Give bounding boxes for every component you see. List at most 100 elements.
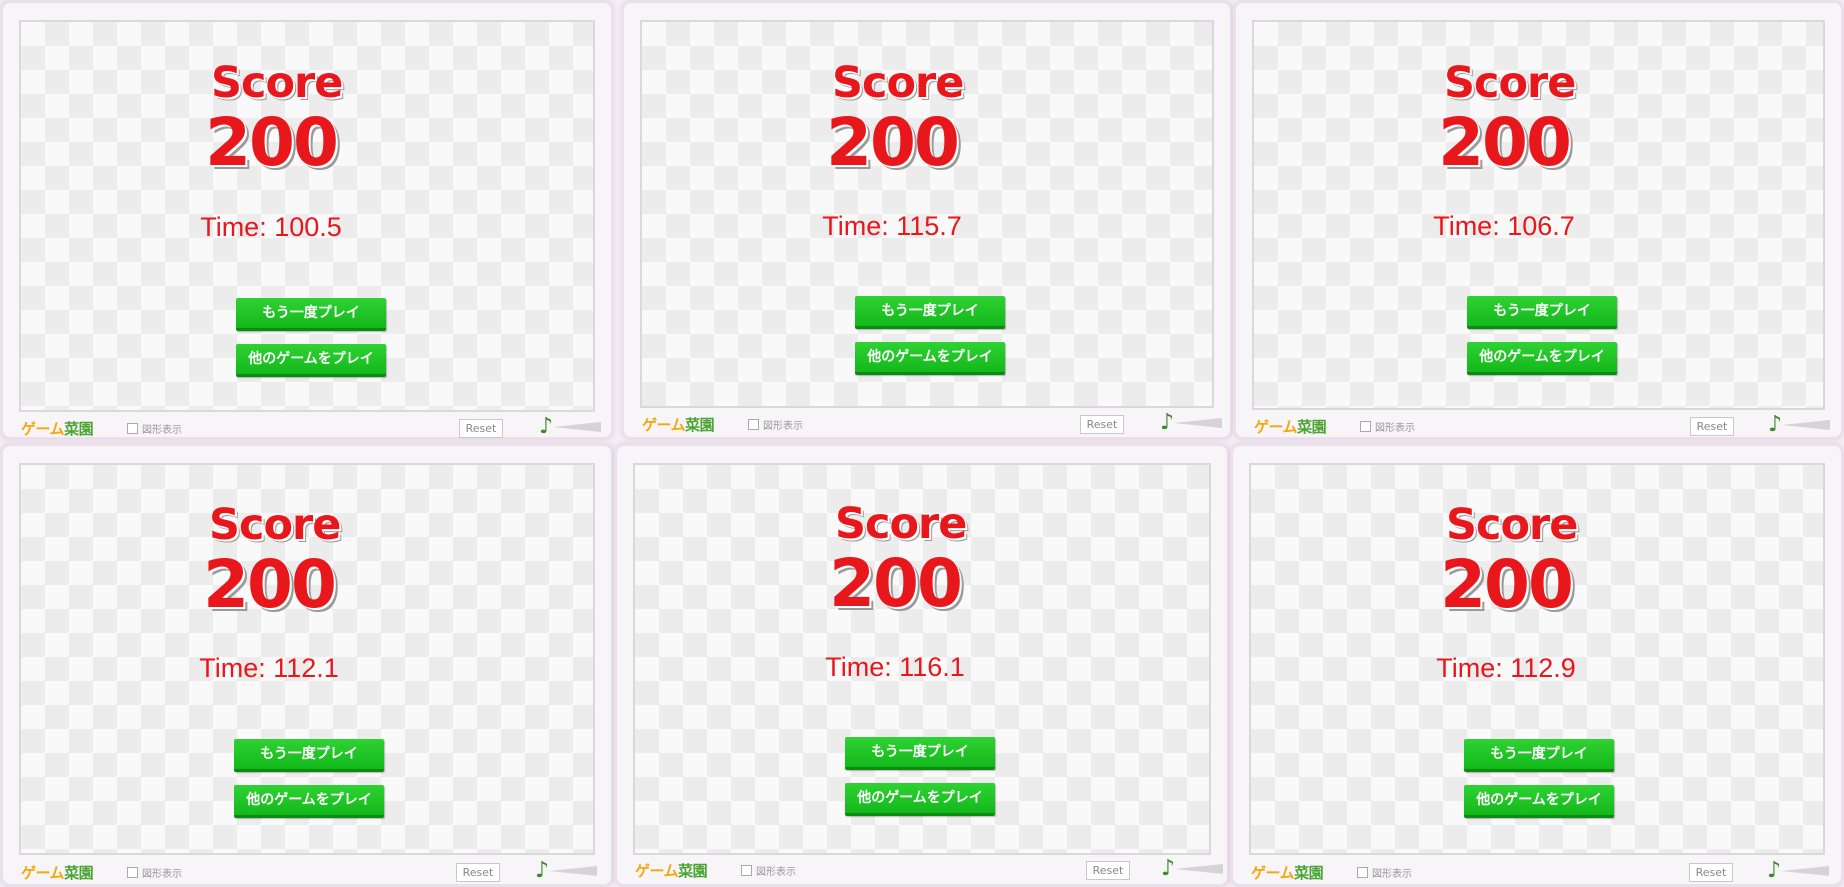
music-note-icon[interactable]: ♪ — [535, 859, 549, 883]
show-shapes-checkbox[interactable] — [127, 867, 138, 878]
logo-text-game: ゲーム — [635, 862, 679, 880]
game-stage: Score 200 Time: 116.1 もう一度プレイ 他のゲームをプレイ — [633, 463, 1211, 855]
volume-slider[interactable] — [1781, 866, 1829, 876]
logo-text-game: ゲーム — [21, 864, 65, 882]
logo-text-saien: 菜園 — [64, 864, 94, 882]
other-games-button[interactable]: 他のゲームをプレイ — [234, 785, 384, 818]
game-stage: Score 200 Time: 112.1 もう一度プレイ 他のゲームをプレイ — [19, 463, 595, 855]
show-shapes-checkbox[interactable] — [748, 419, 759, 430]
other-games-button[interactable]: 他のゲームをプレイ — [1464, 785, 1614, 818]
other-games-button[interactable]: 他のゲームをプレイ — [1467, 342, 1617, 375]
show-shapes-label: 図形表示 — [1375, 423, 1415, 434]
panel-footer: ゲーム菜園 図形表示 Reset ♪ — [19, 859, 597, 884]
logo-text-saien: 菜園 — [1294, 864, 1324, 882]
show-shapes-checkbox[interactable] — [741, 865, 752, 876]
reset-button[interactable]: Reset — [459, 419, 503, 438]
logo-text-saien: 菜園 — [678, 862, 708, 880]
game-saien-logo[interactable]: ゲーム菜園 — [642, 414, 715, 435]
game-panel: Score 200 Time: 106.7 もう一度プレイ 他のゲームをプレイ … — [1233, 0, 1844, 440]
score-value: 200 — [205, 104, 339, 181]
logo-text-saien: 菜園 — [1297, 418, 1327, 436]
game-stage: Score 200 Time: 115.7 もう一度プレイ 他のゲームをプレイ — [640, 20, 1214, 408]
game-panel: Score 200 Time: 116.1 もう一度プレイ 他のゲームをプレイ … — [614, 443, 1230, 887]
reset-button[interactable]: Reset — [456, 863, 500, 882]
reset-button[interactable]: Reset — [1080, 415, 1124, 434]
replay-button[interactable]: もう一度プレイ — [236, 298, 386, 331]
reset-button[interactable]: Reset — [1086, 861, 1130, 880]
game-panel: Score 200 Time: 100.5 もう一度プレイ 他のゲームをプレイ … — [0, 0, 614, 440]
game-saien-logo[interactable]: ゲーム菜園 — [635, 860, 708, 881]
score-value: 200 — [203, 546, 337, 623]
volume-slider[interactable] — [549, 866, 597, 876]
time-display: Time: 106.7 — [1433, 211, 1575, 241]
score-value: 200 — [829, 545, 963, 622]
time-display: Time: 100.5 — [200, 212, 342, 242]
score-label: Score — [209, 500, 341, 550]
time-display: Time: 112.9 — [1436, 653, 1576, 683]
replay-button[interactable]: もう一度プレイ — [1467, 296, 1617, 329]
show-shapes-toggle[interactable]: 図形表示 — [1360, 419, 1415, 434]
music-note-icon[interactable]: ♪ — [1160, 411, 1174, 435]
replay-button[interactable]: もう一度プレイ — [855, 296, 1005, 329]
score-value: 200 — [1438, 104, 1572, 181]
logo-text-saien: 菜園 — [64, 420, 94, 438]
volume-slider[interactable] — [553, 422, 601, 432]
other-games-button[interactable]: 他のゲームをプレイ — [855, 342, 1005, 375]
game-stage: Score 200 Time: 100.5 もう一度プレイ 他のゲームをプレイ — [19, 20, 595, 412]
show-shapes-toggle[interactable]: 図形表示 — [741, 863, 796, 878]
score-label: Score — [1446, 500, 1578, 550]
time-display: Time: 116.1 — [825, 652, 965, 682]
panel-footer: ゲーム菜園 図形表示 Reset ♪ — [1252, 413, 1830, 438]
time-display: Time: 115.7 — [822, 211, 962, 241]
game-saien-logo[interactable]: ゲーム菜園 — [1251, 862, 1324, 883]
music-note-icon[interactable]: ♪ — [1767, 859, 1781, 883]
replay-button[interactable]: もう一度プレイ — [845, 737, 995, 770]
score-value: 200 — [1440, 546, 1574, 623]
show-shapes-label: 図形表示 — [763, 421, 803, 432]
game-stage: Score 200 Time: 106.7 もう一度プレイ 他のゲームをプレイ — [1252, 20, 1825, 410]
show-shapes-toggle[interactable]: 図形表示 — [748, 417, 803, 432]
replay-button[interactable]: もう一度プレイ — [1464, 739, 1614, 772]
logo-text-game: ゲーム — [642, 416, 686, 434]
reset-button[interactable]: Reset — [1689, 863, 1733, 882]
panel-footer: ゲーム菜園 図形表示 Reset ♪ — [1249, 859, 1829, 884]
music-note-icon[interactable]: ♪ — [1161, 857, 1175, 881]
score-label: Score — [835, 499, 967, 549]
show-shapes-label: 図形表示 — [142, 425, 182, 436]
show-shapes-checkbox[interactable] — [1357, 867, 1368, 878]
volume-slider[interactable] — [1175, 864, 1223, 874]
volume-slider[interactable] — [1782, 420, 1830, 430]
show-shapes-label: 図形表示 — [756, 867, 796, 878]
game-screens-grid: Score 200 Time: 100.5 もう一度プレイ 他のゲームをプレイ … — [0, 0, 1844, 887]
game-saien-logo[interactable]: ゲーム菜園 — [1254, 416, 1327, 437]
game-panel: Score 200 Time: 112.1 もう一度プレイ 他のゲームをプレイ … — [0, 443, 614, 887]
logo-text-game: ゲーム — [21, 420, 65, 438]
show-shapes-checkbox[interactable] — [1360, 421, 1371, 432]
music-note-icon[interactable]: ♪ — [539, 415, 553, 439]
other-games-button[interactable]: 他のゲームをプレイ — [845, 783, 995, 816]
other-games-button[interactable]: 他のゲームをプレイ — [236, 344, 386, 377]
show-shapes-label: 図形表示 — [142, 869, 182, 880]
panel-footer: ゲーム菜園 図形表示 Reset ♪ — [19, 415, 601, 440]
show-shapes-toggle[interactable]: 図形表示 — [127, 865, 182, 880]
logo-text-game: ゲーム — [1251, 864, 1295, 882]
logo-text-saien: 菜園 — [685, 416, 715, 434]
panel-footer: ゲーム菜園 図形表示 Reset ♪ — [633, 857, 1223, 882]
show-shapes-checkbox[interactable] — [127, 423, 138, 434]
game-saien-logo[interactable]: ゲーム菜園 — [21, 862, 94, 883]
volume-slider[interactable] — [1174, 418, 1222, 428]
logo-text-game: ゲーム — [1254, 418, 1298, 436]
show-shapes-toggle[interactable]: 図形表示 — [1357, 865, 1412, 880]
time-display: Time: 112.1 — [199, 653, 339, 683]
score-label: Score — [832, 58, 964, 108]
game-stage: Score 200 Time: 112.9 もう一度プレイ 他のゲームをプレイ — [1249, 463, 1825, 855]
game-saien-logo[interactable]: ゲーム菜園 — [21, 418, 94, 439]
show-shapes-toggle[interactable]: 図形表示 — [127, 421, 182, 436]
replay-button[interactable]: もう一度プレイ — [234, 739, 384, 772]
reset-button[interactable]: Reset — [1690, 417, 1734, 436]
score-label: Score — [211, 58, 343, 108]
score-label: Score — [1444, 58, 1576, 108]
music-note-icon[interactable]: ♪ — [1768, 413, 1782, 437]
panel-footer: ゲーム菜園 図形表示 Reset ♪ — [640, 411, 1222, 436]
score-value: 200 — [826, 104, 960, 181]
